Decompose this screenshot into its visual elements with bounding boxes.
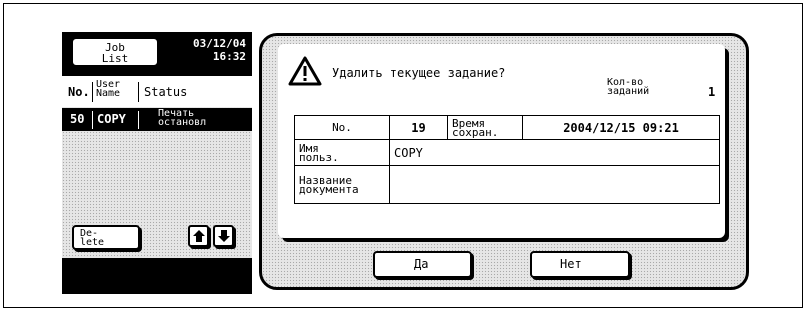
- job-info-table: No. 19 Время сохран. 2004/12/15 09:21 Им…: [294, 115, 720, 204]
- job-count-value: 1: [708, 85, 716, 99]
- job-list-panel: Job List 03/12/04 16:32 No. User Name St…: [62, 32, 252, 294]
- arrow-up-icon: [193, 230, 205, 242]
- job-list-label: Job List: [101, 41, 129, 65]
- job-list-button[interactable]: Job List: [71, 37, 159, 67]
- no-value: 19: [389, 115, 448, 140]
- no-label: Нет: [560, 257, 582, 271]
- job-table-header: No. User Name Status: [62, 76, 252, 107]
- datetime: 03/12/04 16:32: [166, 38, 246, 72]
- dialog-content: Удалить текущее задание? Кол-во заданий …: [278, 44, 725, 238]
- col-user-name: User Name: [96, 79, 121, 99]
- delete-confirm-dialog: Удалить текущее задание? Кол-во заданий …: [259, 33, 749, 290]
- warning-icon: [288, 56, 322, 86]
- no-label: No.: [294, 115, 390, 140]
- saved-time-value: 2004/12/15 09:21: [522, 115, 720, 140]
- dialog-message: Удалить текущее задание?: [332, 66, 506, 80]
- time: 16:32: [212, 50, 246, 63]
- col-no: No.: [68, 85, 90, 99]
- arrow-down-icon: [218, 230, 230, 242]
- panel-footer: [62, 258, 252, 294]
- no-button[interactable]: Нет: [530, 251, 630, 278]
- delete-button[interactable]: De- lete: [72, 225, 140, 250]
- row-status: Печать остановл: [158, 108, 207, 128]
- document-name-label: Название документа: [294, 165, 390, 204]
- date: 03/12/04: [193, 37, 246, 50]
- row-user: COPY: [97, 112, 126, 126]
- document-name-value: [389, 165, 720, 204]
- yes-button[interactable]: Да: [373, 251, 472, 278]
- delete-label: De- lete: [80, 228, 105, 248]
- yes-label: Да: [414, 257, 429, 271]
- row-no: 50: [70, 112, 85, 126]
- saved-time-label: Время сохран.: [447, 115, 523, 140]
- col-status: Status: [144, 85, 188, 99]
- job-count-label: Кол-во заданий: [607, 77, 650, 97]
- scroll-up-button[interactable]: [188, 225, 209, 247]
- scroll-down-button[interactable]: [213, 225, 234, 247]
- table-row[interactable]: 50 COPY Печать остановл: [62, 108, 252, 131]
- user-name-label: Имя польз.: [294, 139, 390, 166]
- user-name-value: COPY: [389, 139, 720, 166]
